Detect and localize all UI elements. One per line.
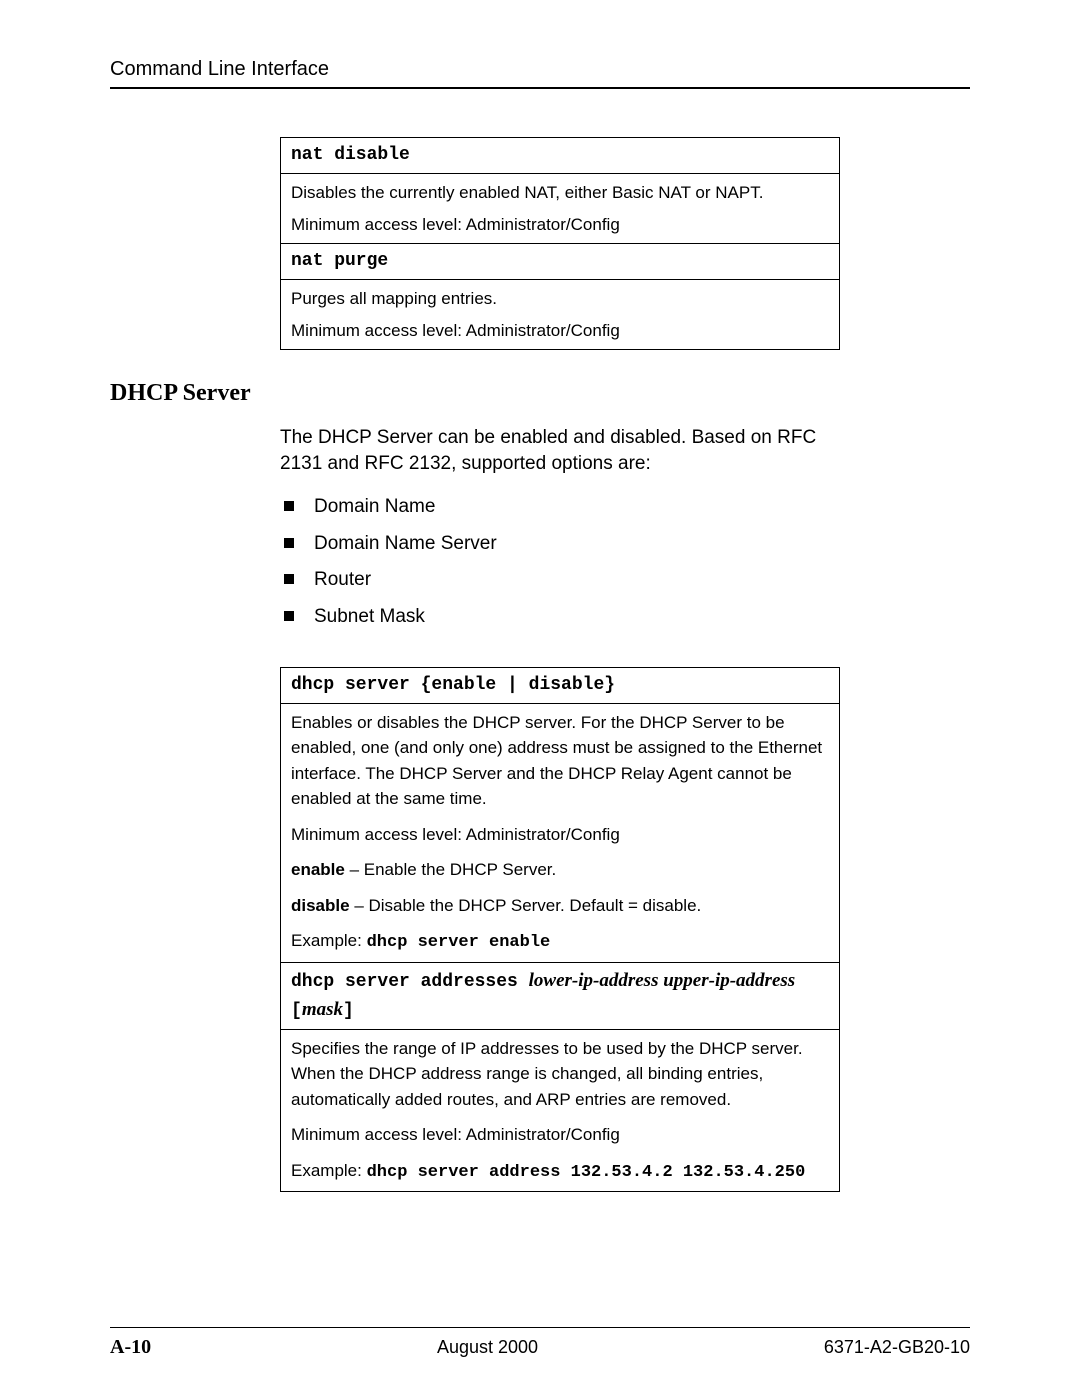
dhcp-enable-desc: Enables or disables the DHCP server. For… bbox=[291, 710, 829, 812]
dhcp-addresses-cell: Specifies the range of IP addresses to b… bbox=[281, 1029, 840, 1192]
cmd-prefix: dhcp server addresses bbox=[291, 972, 529, 992]
page-footer: A-10 August 2000 6371-A2-GB20-10 bbox=[110, 1327, 970, 1359]
section-intro: The DHCP Server can be enabled and disab… bbox=[280, 425, 840, 476]
dhcp-addresses-desc: Specifies the range of IP addresses to b… bbox=[291, 1036, 829, 1113]
example-code: dhcp server enable bbox=[367, 933, 551, 952]
nat-purge-line2: Minimum access level: Administrator/Conf… bbox=[291, 318, 829, 344]
section-title: DHCP Server bbox=[110, 380, 970, 407]
nat-disable-line2: Minimum access level: Administrator/Conf… bbox=[291, 212, 829, 238]
dhcp-commands-table: dhcp server {enable | disable} Enables o… bbox=[280, 667, 840, 1193]
list-item: Router bbox=[280, 567, 840, 594]
nat-disable-desc: Disables the currently enabled NAT, eith… bbox=[281, 174, 840, 244]
disable-keyword: disable bbox=[291, 896, 350, 915]
enable-keyword: enable bbox=[291, 860, 345, 879]
cmd-opt-arg: mask bbox=[302, 999, 343, 1020]
footer-rule bbox=[110, 1327, 970, 1328]
nat-disable-line1: Disables the currently enabled NAT, eith… bbox=[291, 180, 829, 206]
header-rule bbox=[110, 87, 970, 89]
cmd-nat-purge: nat purge bbox=[281, 244, 840, 280]
list-item: Subnet Mask bbox=[280, 604, 840, 631]
nat-purge-line1: Purges all mapping entries. bbox=[291, 286, 829, 312]
disable-keyword-desc: – Disable the DHCP Server. Default = dis… bbox=[350, 896, 702, 915]
dhcp-addresses-min: Minimum access level: Administrator/Conf… bbox=[291, 1122, 829, 1148]
bracket-open: [ bbox=[291, 1001, 302, 1021]
footer-doc-id: 6371-A2-GB20-10 bbox=[824, 1337, 970, 1358]
list-item: Domain Name bbox=[280, 494, 840, 521]
example-code-2: dhcp server address 132.53.4.2 132.53.4.… bbox=[367, 1163, 806, 1182]
footer-date: August 2000 bbox=[437, 1337, 538, 1358]
bracket-close: ] bbox=[343, 1001, 354, 1021]
dhcp-enable-min: Minimum access level: Administrator/Conf… bbox=[291, 822, 829, 848]
list-item: Domain Name Server bbox=[280, 531, 840, 558]
page-number: A-10 bbox=[110, 1336, 151, 1359]
cmd-args: lower-ip-address upper-ip-address bbox=[529, 970, 796, 991]
cmd-dhcp-server-enable-disable: dhcp server {enable | disable} bbox=[281, 667, 840, 703]
cmd-dhcp-server-addresses: dhcp server addresses lower-ip-address u… bbox=[281, 962, 840, 1029]
options-list: Domain Name Domain Name Server Router Su… bbox=[280, 494, 840, 630]
dhcp-enable-cell: Enables or disables the DHCP server. For… bbox=[281, 703, 840, 962]
nat-purge-desc: Purges all mapping entries. Minimum acce… bbox=[281, 280, 840, 350]
nat-commands-table: nat disable Disables the currently enabl… bbox=[280, 137, 840, 350]
example-label: Example: bbox=[291, 931, 367, 950]
example-label-2: Example: bbox=[291, 1161, 367, 1180]
cmd-nat-disable: nat disable bbox=[281, 138, 840, 174]
running-header: Command Line Interface bbox=[110, 58, 970, 81]
enable-keyword-desc: – Enable the DHCP Server. bbox=[345, 860, 556, 879]
